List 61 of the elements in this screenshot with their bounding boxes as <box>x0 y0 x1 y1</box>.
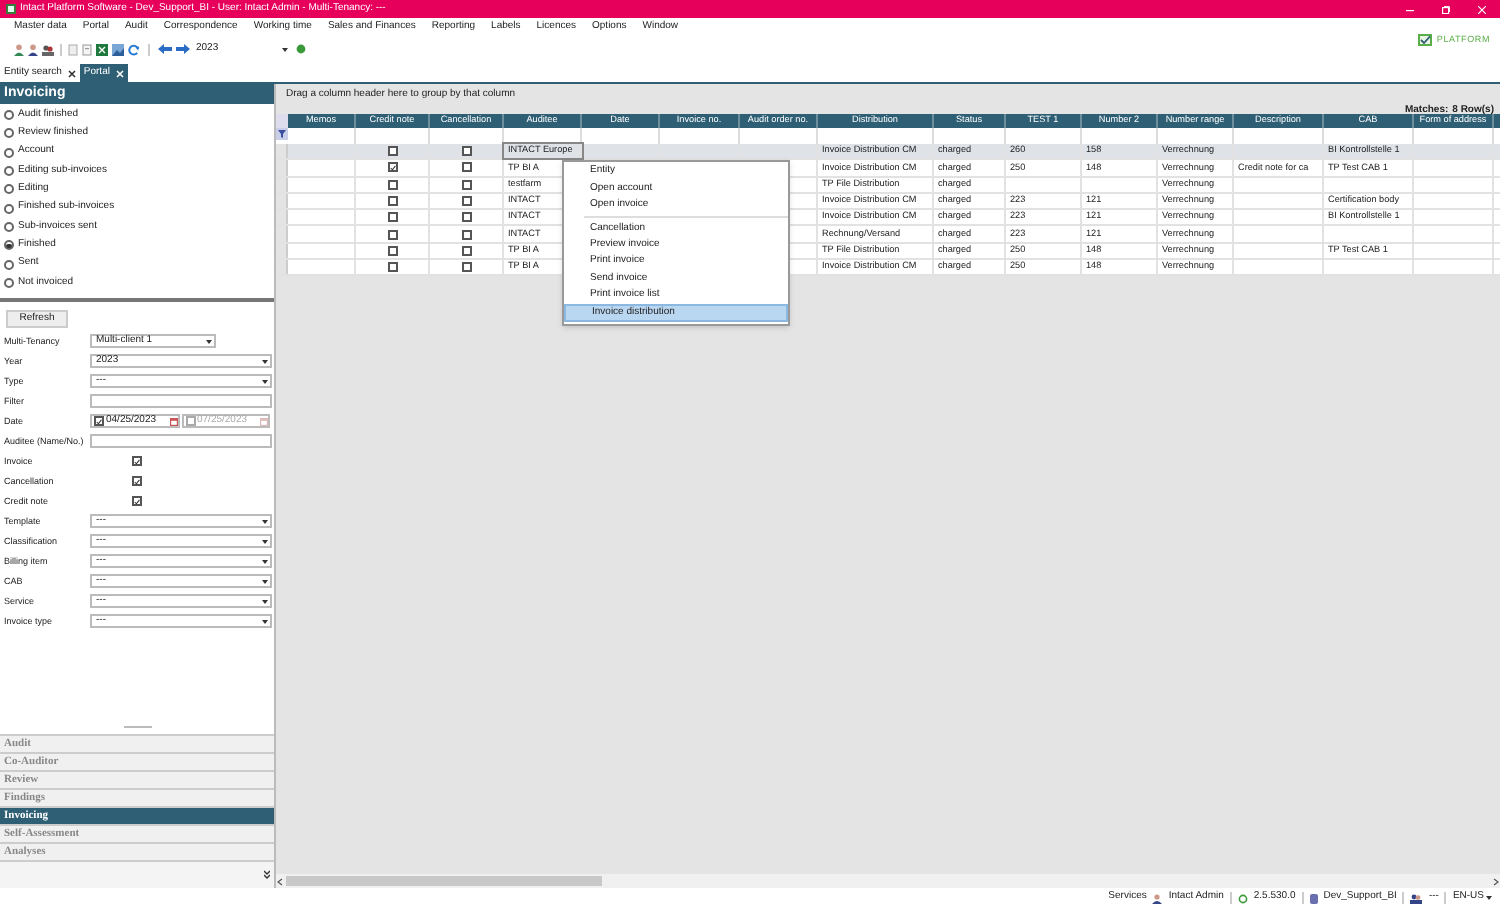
checkbox[interactable] <box>387 162 397 173</box>
caret-icon <box>262 517 268 526</box>
caret-icon <box>282 45 288 53</box>
spreadsheet-icon[interactable] <box>96 43 108 55</box>
checkbox[interactable] <box>94 416 104 427</box>
caret-icon <box>262 597 268 606</box>
checkbox[interactable] <box>387 146 397 157</box>
user-icon[interactable] <box>28 43 38 55</box>
checkbox[interactable] <box>461 262 471 273</box>
users-icon[interactable] <box>1410 893 1423 903</box>
user-icon[interactable] <box>14 43 24 55</box>
input-field[interactable] <box>90 434 272 449</box>
user-icon[interactable] <box>1152 893 1163 903</box>
scroll-right-icon[interactable] <box>1490 877 1500 885</box>
caret-icon <box>262 617 268 626</box>
checkbox[interactable] <box>461 162 471 173</box>
checkbox[interactable] <box>387 179 397 190</box>
scroll-left-icon[interactable] <box>276 877 286 885</box>
checkbox[interactable] <box>387 245 397 256</box>
calendar-icon <box>169 417 177 426</box>
checkbox[interactable] <box>461 196 471 207</box>
filter-icon[interactable] <box>276 128 288 140</box>
scrollbar-thumb[interactable] <box>286 876 602 886</box>
users-icon[interactable] <box>42 43 54 55</box>
forward-arrow-icon[interactable] <box>176 44 190 54</box>
checkbox[interactable] <box>387 229 397 240</box>
checkbox[interactable] <box>185 416 195 427</box>
horizontal-scrollbar[interactable] <box>276 874 1500 888</box>
checkbox[interactable] <box>132 456 142 467</box>
input-field[interactable] <box>90 394 272 409</box>
app-icon <box>6 4 16 14</box>
close-icon[interactable] <box>67 69 76 77</box>
back-arrow-icon[interactable] <box>158 44 172 54</box>
checkbox[interactable] <box>461 229 471 240</box>
image-icon[interactable] <box>112 43 124 55</box>
caret-icon <box>1486 894 1492 902</box>
caret-icon <box>262 537 268 546</box>
checkbox[interactable] <box>132 496 142 507</box>
caret-icon <box>262 357 268 366</box>
logo-mark-icon <box>1418 34 1433 46</box>
sync-icon[interactable] <box>1237 893 1248 903</box>
caret-icon <box>262 577 268 586</box>
caret-icon <box>262 557 268 566</box>
checkbox[interactable] <box>132 476 142 487</box>
calendar-icon <box>260 417 268 426</box>
checkbox[interactable] <box>387 262 397 273</box>
checkbox[interactable] <box>461 212 471 223</box>
refresh-icon[interactable] <box>128 43 140 55</box>
go-icon[interactable] <box>296 44 306 54</box>
minimize-icon[interactable] <box>1406 5 1414 13</box>
checkbox[interactable] <box>461 179 471 190</box>
document-icon[interactable] <box>82 43 92 55</box>
checkbox[interactable] <box>461 245 471 256</box>
restore-icon[interactable] <box>1442 5 1450 13</box>
checkbox[interactable] <box>387 212 397 223</box>
caret-icon <box>206 337 212 346</box>
checkbox[interactable] <box>387 196 397 207</box>
chevron-down-icon[interactable] <box>264 870 270 880</box>
caret-icon <box>262 377 268 386</box>
database-icon[interactable] <box>1309 893 1318 903</box>
checkbox[interactable] <box>461 146 471 157</box>
